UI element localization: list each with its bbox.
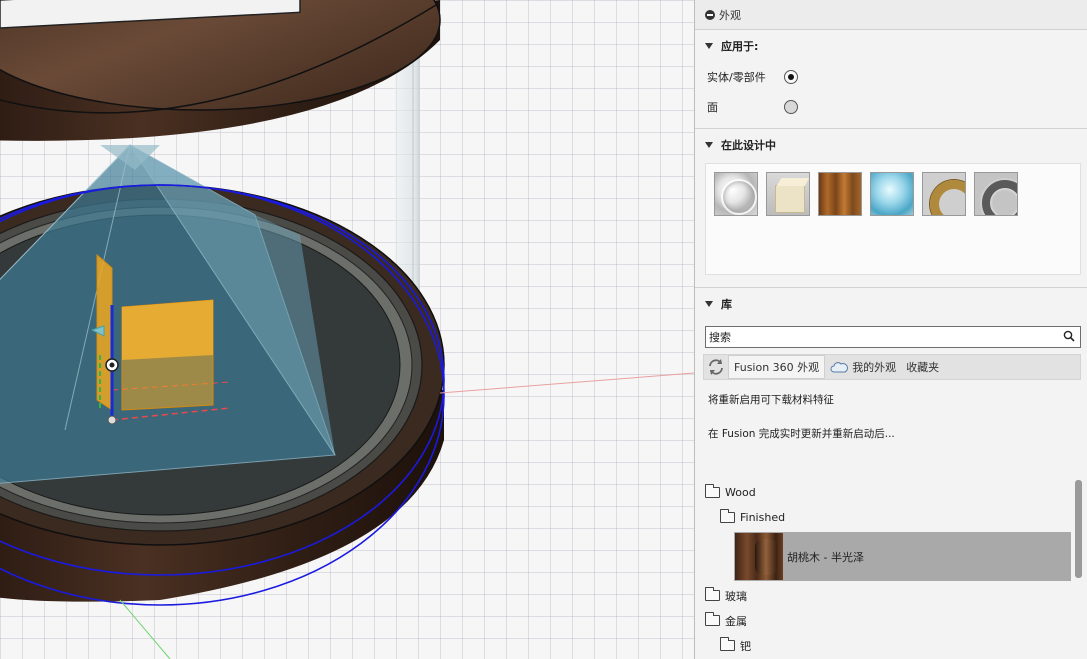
- glass-sphere-swatch[interactable]: [870, 172, 914, 216]
- collapse-icon[interactable]: [705, 9, 715, 20]
- scene-canvas[interactable]: [0, 0, 694, 659]
- bodies-radio[interactable]: [784, 70, 798, 84]
- tab-fusion-appearances[interactable]: Fusion 360 外观: [728, 355, 826, 379]
- apply-option-bodies-label: 实体/零部件: [707, 71, 766, 84]
- panel-title: 外观: [719, 8, 741, 22]
- folder-icon: [705, 587, 720, 601]
- library-section-title: 库: [721, 298, 732, 311]
- expand-triangle-icon[interactable]: [705, 142, 713, 148]
- apply-section-title: 应用于:: [721, 40, 759, 53]
- top-wood-disc: [0, 0, 441, 141]
- tree-folder-glass[interactable]: 玻璃: [695, 583, 1075, 608]
- library-search[interactable]: [705, 326, 1081, 348]
- library-tabs: Fusion 360 外观 我的外观 收藏夹: [703, 354, 1081, 380]
- folder-icon: [720, 509, 735, 523]
- gold-ring-swatch[interactable]: [922, 172, 966, 216]
- cloud-icon: [830, 362, 849, 373]
- tree-item-walnut-label: 胡桃木 - 半光泽: [787, 550, 864, 564]
- folder-icon: [720, 637, 735, 651]
- tree-folder-metal[interactable]: 金属: [695, 608, 1075, 633]
- faces-radio[interactable]: [784, 100, 798, 114]
- tree-folder-metal-label: 金属: [725, 614, 747, 628]
- tree-folder-glass-label: 玻璃: [725, 589, 747, 603]
- apply-option-bodies[interactable]: 实体/零部件: [695, 62, 1087, 92]
- tree-folder-palladium[interactable]: 钯: [695, 633, 1075, 658]
- apply-option-faces-label: 面: [707, 101, 718, 114]
- folder-icon: [705, 612, 720, 626]
- design-section-title: 在此设计中: [721, 139, 776, 152]
- tree-folder-finished-label: Finished: [740, 511, 786, 524]
- library-tree-lower: 玻璃 金属 钯: [695, 583, 1075, 658]
- refresh-icon[interactable]: [704, 355, 728, 379]
- tab-my-appearances-label: 我的外观: [852, 361, 897, 374]
- expand-triangle-icon[interactable]: [705, 301, 713, 307]
- tab-favorites[interactable]: 收藏夹: [901, 355, 944, 379]
- walnut-thumbnail: [735, 533, 783, 580]
- library-tree: Wood Finished: [695, 480, 1075, 530]
- apply-section-header[interactable]: 应用于:: [695, 30, 1087, 62]
- tree-folder-wood[interactable]: Wood: [695, 480, 1075, 505]
- library-section-header[interactable]: 库: [695, 288, 1087, 320]
- 3d-viewport[interactable]: [0, 0, 694, 659]
- cream-cube-swatch[interactable]: [766, 172, 810, 216]
- tree-item-walnut-semigloss[interactable]: 胡桃木 - 半光泽: [734, 532, 1071, 581]
- tree-folder-finished[interactable]: Finished: [695, 505, 1075, 530]
- design-swatches: [705, 163, 1081, 275]
- tree-folder-palladium-label: 钯: [740, 639, 751, 653]
- expand-triangle-icon[interactable]: [705, 43, 713, 49]
- steel-ring-swatch[interactable]: [974, 172, 1018, 216]
- tree-folder-wood-label: Wood: [725, 486, 756, 499]
- tree-scrollbar[interactable]: [1075, 480, 1082, 578]
- tab-my-appearances[interactable]: 我的外观: [825, 355, 901, 379]
- x-axis-line: [439, 372, 694, 394]
- panel-titlebar: 外观: [695, 0, 1087, 30]
- design-section-header[interactable]: 在此设计中: [695, 129, 1087, 161]
- info-message-2: 在 Fusion 完成实时更新并重新启动后...: [708, 428, 895, 440]
- search-input[interactable]: [706, 327, 1080, 347]
- chrome-sphere-swatch[interactable]: [714, 172, 758, 216]
- wood-block-swatch[interactable]: [818, 172, 862, 216]
- appearance-panel: 外观 应用于: 实体/零部件 面 在此设计中 库 搜索 Fusion 360 外…: [694, 0, 1087, 659]
- info-message-1: 将重新启用可下载材料特征: [708, 394, 834, 406]
- folder-icon: [705, 484, 720, 498]
- y-axis-line: [119, 599, 171, 659]
- search-icon[interactable]: [1063, 330, 1075, 342]
- apply-option-faces[interactable]: 面: [695, 92, 1087, 122]
